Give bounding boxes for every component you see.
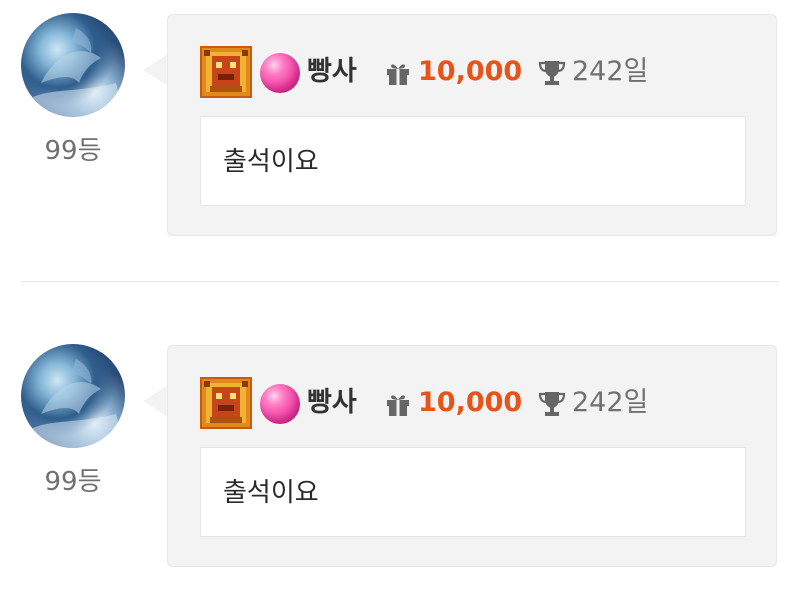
bubble-tail [143,385,168,417]
comment-bubble: 빵사 10,000 242일 출석이요 [167,345,777,567]
candy-icon [260,53,300,93]
trophy-icon [538,61,566,85]
attendance-days: 242일 [572,387,649,418]
comment-entry: 99등 빵사 10,000 242일 출석이요 [0,331,800,571]
points-value: 10,000 [418,56,523,87]
level-badge-icon [200,46,252,98]
user-avatar[interactable] [21,344,125,448]
comment-header: 빵사 10,000 242일 [200,46,760,100]
candy-icon [260,384,300,424]
level-badge-icon [200,377,252,429]
user-avatar[interactable] [21,13,125,117]
bubble-tail [143,54,168,86]
comment-text: 출석이요 [223,147,319,177]
rank-label: 99등 [44,136,102,166]
gift-icon [387,64,409,85]
points-value: 10,000 [418,387,523,418]
comment-bubble: 빵사 10,000 242일 출석이요 [167,14,777,236]
attendance-days: 242일 [572,56,649,87]
rank-label: 99등 [44,467,102,497]
user-nickname[interactable]: 빵사 [307,385,357,421]
comment-entry: 99등 빵사 10,000 242일 출석이요 [0,0,800,240]
trophy-icon [538,392,566,416]
user-nickname[interactable]: 빵사 [307,54,357,90]
comment-content-box: 출석이요 [200,116,746,206]
gift-icon [387,395,409,416]
comment-content-box: 출석이요 [200,447,746,537]
comment-text: 출석이요 [223,478,319,508]
entry-divider [21,281,779,282]
comment-header: 빵사 10,000 242일 [200,377,760,431]
